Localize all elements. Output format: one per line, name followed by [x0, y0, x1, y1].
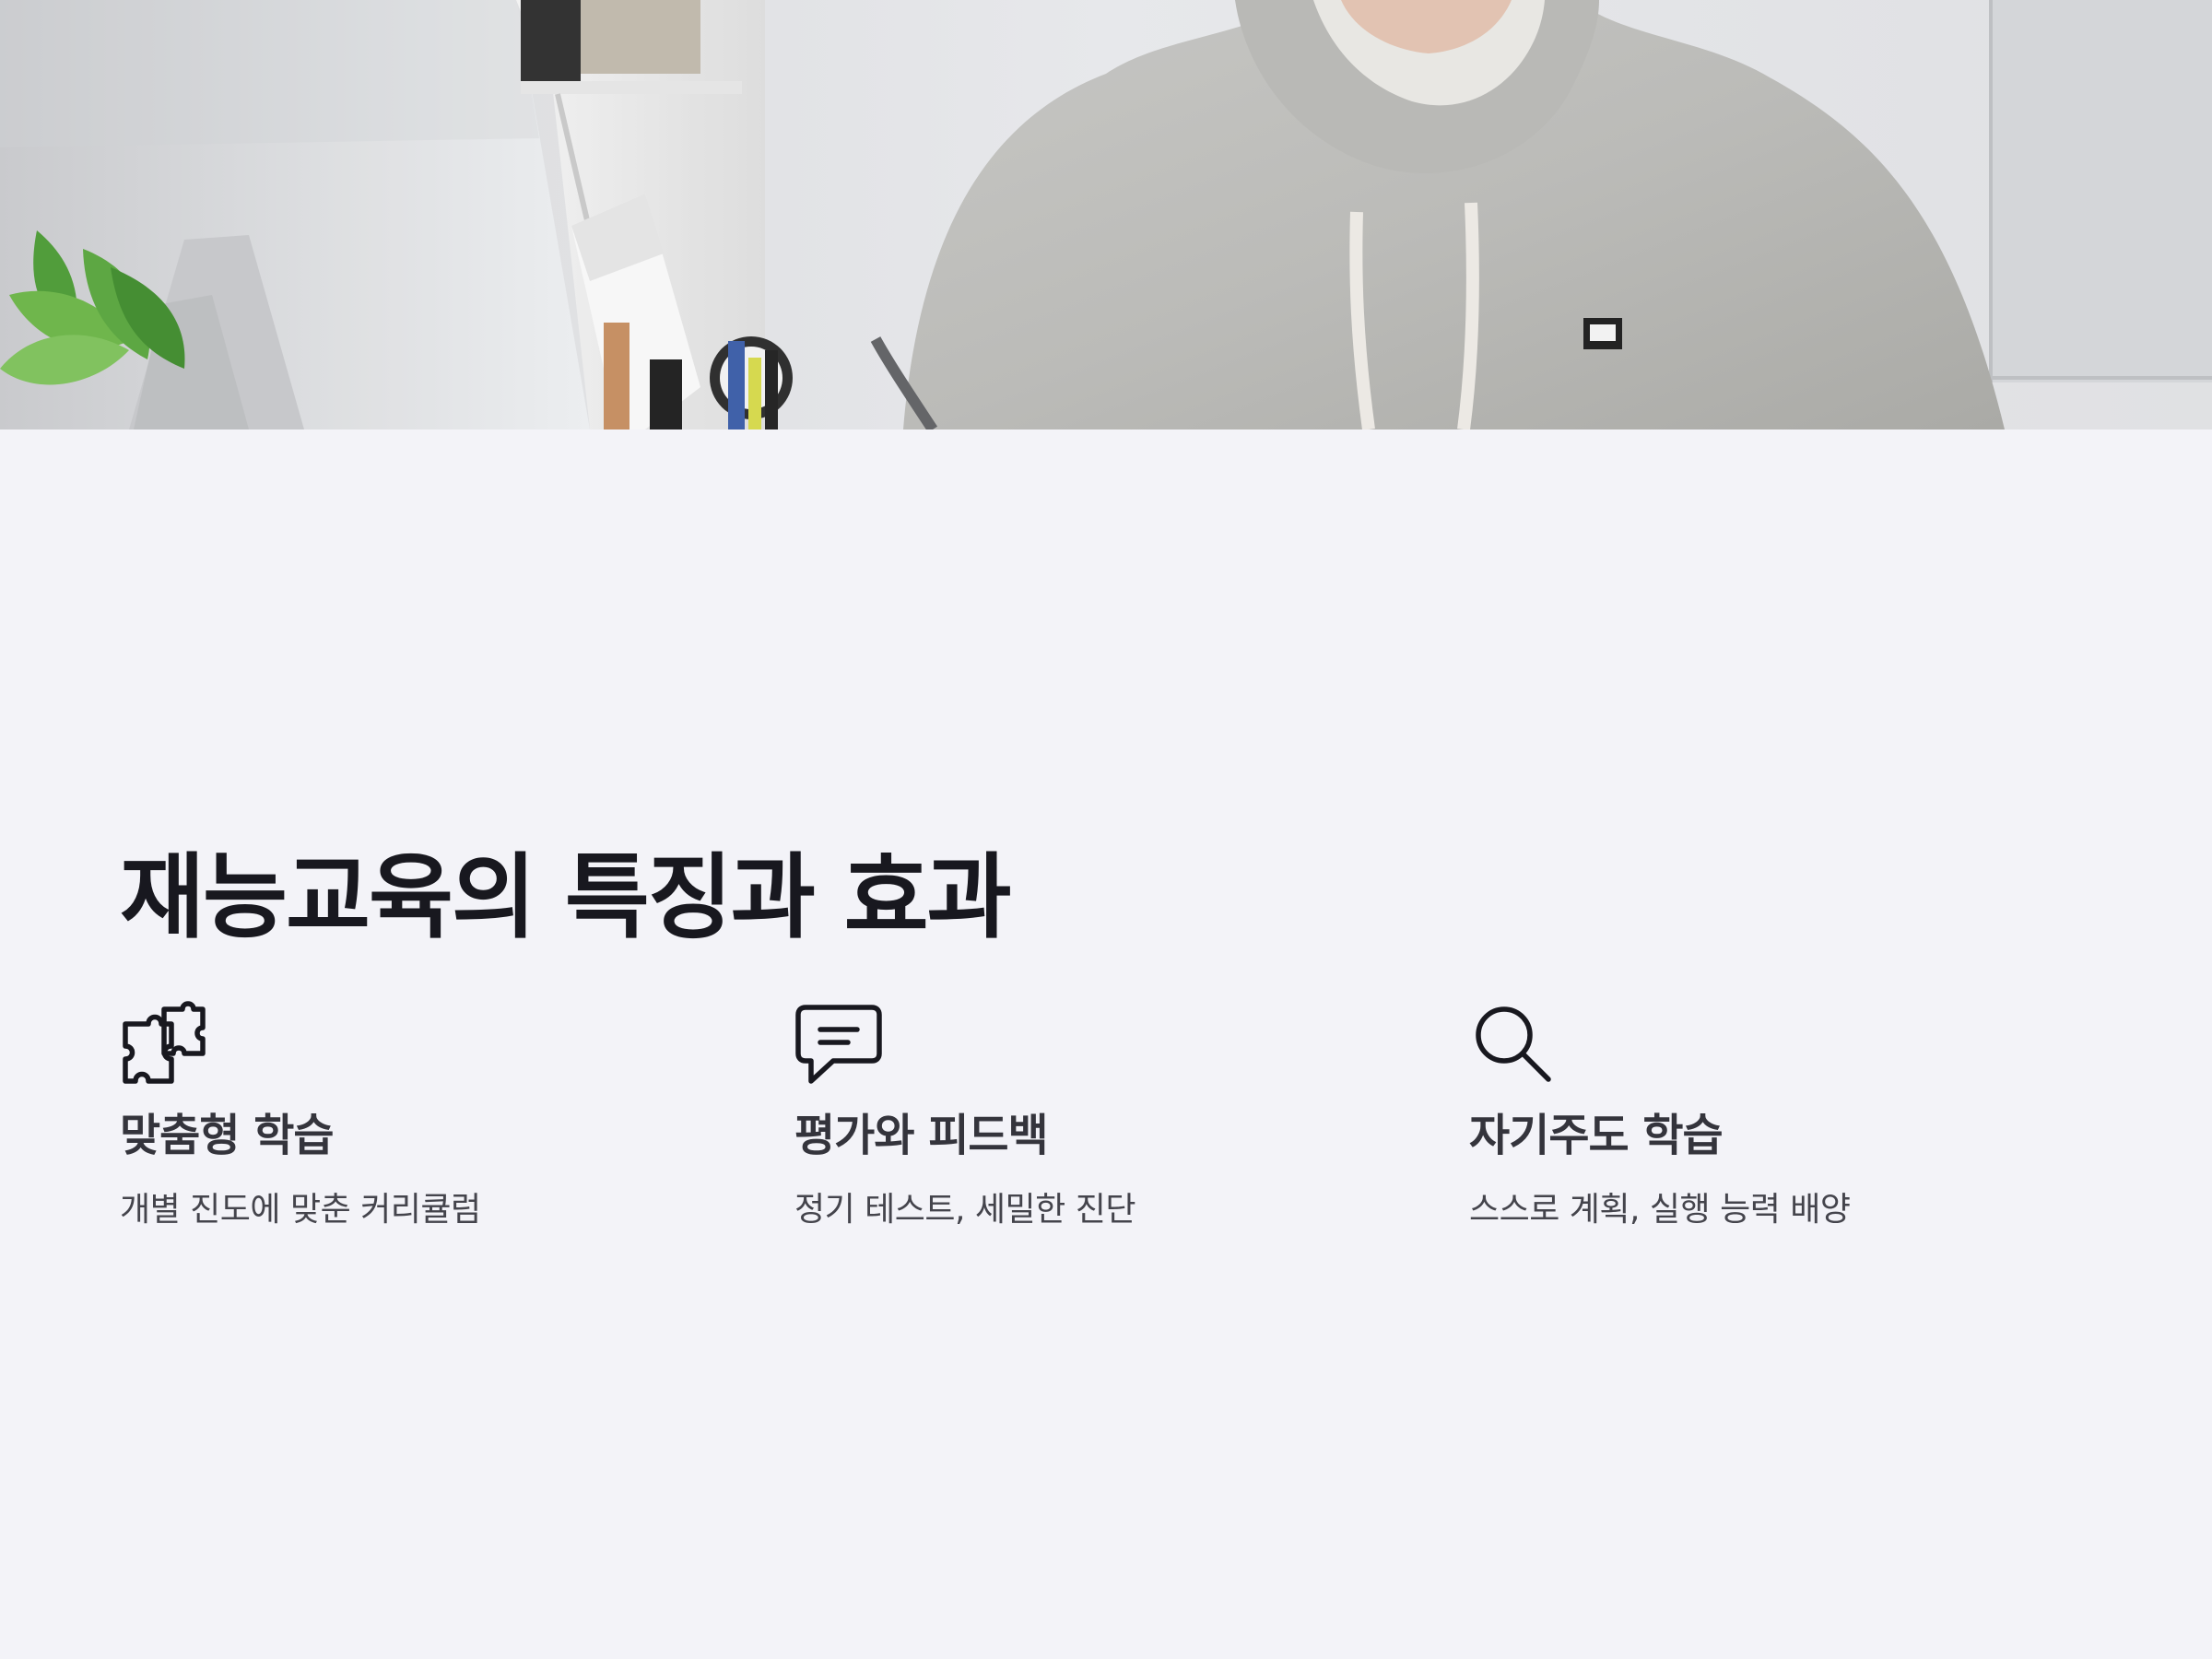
chat-icon — [795, 1005, 882, 1084]
feature-description: 스스로 계획, 실행 능력 배양 — [1469, 1191, 1851, 1230]
content-section: 재능교육의 특징과 효과 맞춤형 학습 개별 진도에 맞춘 커리큘럼 평가와 피… — [120, 843, 2092, 1230]
feature-description: 개별 진도에 맞춘 커리큘럼 — [120, 1191, 481, 1230]
feature-title: 평가와 피드백 — [794, 1110, 1049, 1161]
section-title: 재능교육의 특징과 효과 — [120, 843, 1012, 951]
feature-item-custom-learning: 맞춤형 학습 개별 진도에 맞춘 커리큘럼 — [120, 1000, 691, 1232]
hero-image — [0, 0, 2212, 429]
feature-item-self-directed-learning: 자기주도 학습 스스로 계획, 실행 능력 배양 — [1469, 1000, 2041, 1232]
feature-list: 맞춤형 학습 개별 진도에 맞춘 커리큘럼 평가와 피드백 정기 테스트, 세밀… — [120, 1000, 2092, 1295]
feature-item-evaluation-feedback: 평가와 피드백 정기 테스트, 세밀한 진단 — [794, 1000, 1366, 1232]
puzzle-icon — [123, 1001, 206, 1084]
feature-title: 자기주도 학습 — [1469, 1110, 1724, 1161]
feature-title: 맞춤형 학습 — [120, 1110, 335, 1161]
search-icon — [1476, 1006, 1551, 1082]
slide-page: 재능교육의 특징과 효과 맞춤형 학습 개별 진도에 맞춘 커리큘럼 평가와 피… — [0, 0, 2212, 1659]
hero-illustration — [0, 0, 2212, 429]
feature-description: 정기 테스트, 세밀한 진단 — [794, 1191, 1135, 1230]
